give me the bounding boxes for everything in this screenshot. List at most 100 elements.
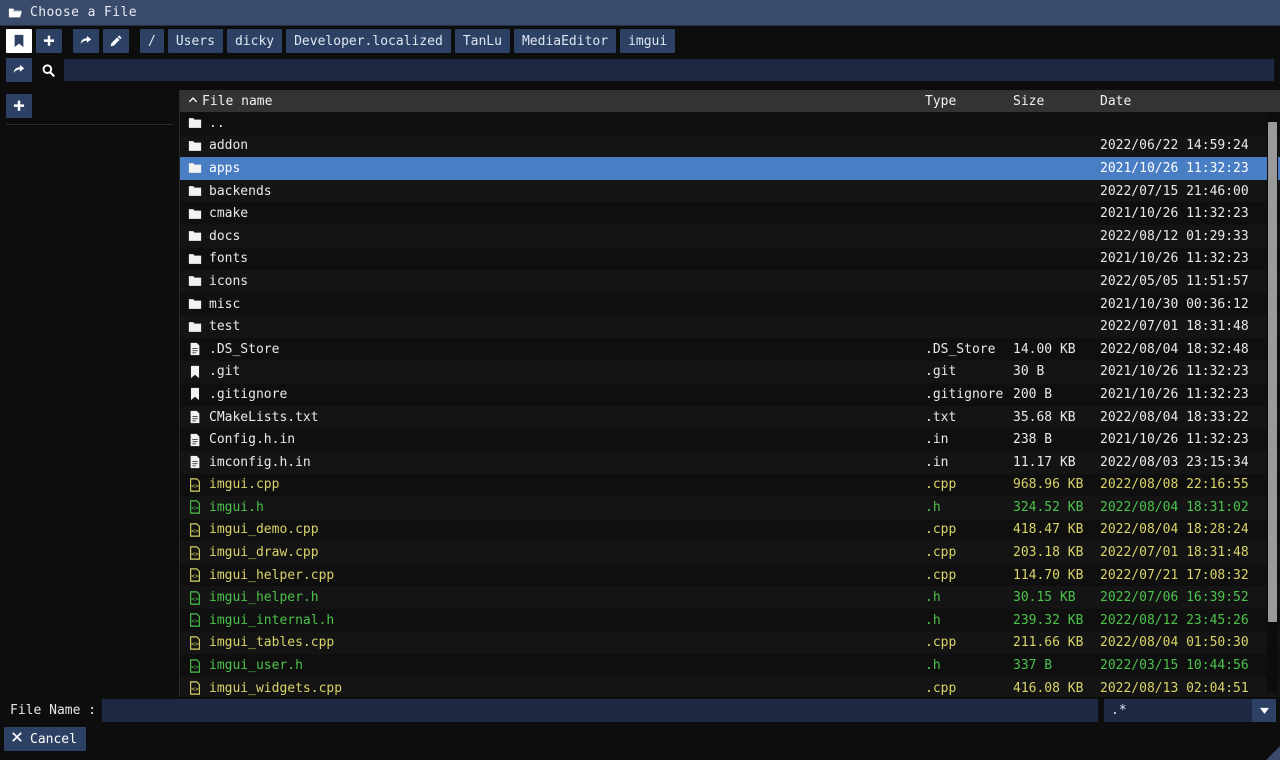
table-row[interactable]: fonts 2021/10/26 11:32:23 (180, 247, 1280, 271)
table-row[interactable]: .. (180, 112, 1280, 135)
cell-file-name: <> imgui_tables.cpp (180, 635, 925, 651)
filter-value: .* (1111, 703, 1127, 718)
table-row[interactable]: <> imgui.cpp .cpp 968.96 KB 2022/08/08 22:16… (180, 473, 1280, 497)
cell-size: 114.70 KB (1013, 567, 1084, 583)
breadcrumb-item-mediaeditor[interactable]: MediaEditor (513, 29, 617, 53)
table-row[interactable]: <> imgui_user.h .h 337 B 2022/03/15 10:44:56 (180, 654, 1280, 677)
filter-dropdown[interactable]: .* (1104, 699, 1276, 722)
file-name-label: test (209, 319, 241, 335)
cell-size: 337 B (1013, 658, 1053, 674)
cell-date: 2022/08/08 22:16:55 (1100, 477, 1249, 493)
dialog-body: File name Type Size Date .. addon 2022/06/… (0, 90, 1280, 697)
table-row[interactable]: CMakeLists.txt .txt 35.68 KB 2022/08/04 18:… (180, 405, 1280, 429)
table-row[interactable]: <> imgui_internal.h .h 239.32 KB 2022/08/12 … (180, 609, 1280, 632)
table-row[interactable]: <> imgui_tables.cpp .cpp 211.66 KB 2022/08/0… (180, 631, 1280, 655)
table-row[interactable]: misc 2021/10/30 00:36:12 (180, 292, 1280, 316)
svg-text:<>: <> (191, 505, 199, 513)
search-reset-button[interactable] (6, 58, 32, 82)
code-file-icon: <> (188, 477, 202, 493)
open-folder-icon (8, 5, 22, 21)
cell-file-name: <> imgui_helper.cpp (180, 567, 925, 583)
cell-file-name: icons (180, 273, 925, 289)
cell-date: 2022/07/01 18:31:48 (1100, 545, 1249, 561)
table-row[interactable]: addon 2022/06/22 14:59:24 (180, 134, 1280, 158)
cell-file-name: <> imgui.h (180, 499, 925, 515)
cell-date: 2022/03/15 10:44:56 (1100, 658, 1249, 674)
cell-type: .h (925, 612, 941, 628)
footer: File Name : .* Cancel (0, 697, 1280, 760)
resize-grip[interactable] (1266, 746, 1280, 760)
column-header-type[interactable]: Type (925, 94, 1013, 109)
table-row[interactable]: .gitignore .gitignore 200 B 2021/10/26 11:3… (180, 383, 1280, 406)
table-row[interactable]: imconfig.h.in .in 11.17 KB 2022/08/03 23:15… (180, 450, 1280, 474)
file-name-label: Config.h.in (209, 432, 296, 448)
table-row[interactable]: <> imgui_helper.cpp .cpp 114.70 KB 2022/07/2… (180, 563, 1280, 587)
file-name-label: .DS_Store (209, 341, 280, 357)
code-file-icon: <> (188, 567, 202, 583)
file-name-label: imgui_draw.cpp (209, 545, 319, 561)
search-input[interactable] (64, 59, 1274, 81)
table-row[interactable]: .DS_Store .DS_Store 14.00 KB 2022/08/04 18:… (180, 337, 1280, 361)
bookmarks-list[interactable] (6, 124, 173, 697)
table-row[interactable]: <> imgui_draw.cpp .cpp 203.18 KB 2022/07/01 … (180, 541, 1280, 564)
table-row[interactable]: <> imgui.h .h 324.52 KB 2022/08/04 18:31:02 (180, 496, 1280, 519)
cell-date: 2022/08/04 18:33:22 (1100, 409, 1249, 425)
cell-date: 2022/06/22 14:59:24 (1100, 138, 1249, 154)
folder-icon (188, 228, 202, 244)
bookmark-toggle-button[interactable] (6, 29, 32, 53)
file-name-label: fonts (209, 251, 249, 267)
breadcrumb-item-dicky[interactable]: dicky (226, 29, 283, 53)
table-row[interactable]: Config.h.in .in 238 B 2021/10/26 11:32:23 (180, 428, 1280, 451)
cell-date: 2022/07/21 17:08:32 (1100, 567, 1249, 583)
breadcrumb-item-tanlu[interactable]: TanLu (454, 29, 510, 53)
table-row[interactable]: <> imgui_demo.cpp .cpp 418.47 KB 2022/08/04 … (180, 518, 1280, 542)
cancel-button[interactable]: Cancel (4, 727, 86, 751)
cell-date: 2022/07/15 21:46:00 (1100, 183, 1249, 199)
search-bar (0, 56, 1280, 84)
cell-size: 30 B (1013, 364, 1045, 380)
breadcrumb-item-developer-localized[interactable]: Developer.localized (286, 29, 451, 53)
cell-type: .in (925, 454, 949, 470)
code-file-icon: <> (188, 522, 202, 538)
reset-path-button[interactable] (73, 29, 99, 53)
table-row[interactable]: docs 2022/08/12 01:29:33 (180, 224, 1280, 248)
file-name-label: imgui_user.h (209, 658, 303, 674)
filename-label: File Name : (10, 703, 97, 718)
table-row[interactable]: icons 2022/05/05 11:51:57 (180, 270, 1280, 293)
cell-file-name: addon (180, 138, 925, 154)
scrollbar-thumb[interactable] (1268, 122, 1277, 622)
code-file-icon: <> (188, 590, 202, 606)
file-name-label: .gitignore (209, 386, 288, 402)
table-row[interactable]: test 2022/07/01 18:31:48 (180, 315, 1280, 338)
cell-size: 203.18 KB (1013, 545, 1084, 561)
column-header-size[interactable]: Size (1013, 94, 1100, 109)
svg-text:<>: <> (191, 640, 199, 648)
code-file-icon: <> (188, 499, 202, 515)
create-folder-button[interactable] (36, 29, 62, 53)
table-header: File name Type Size Date (180, 90, 1280, 112)
table-row[interactable]: <> imgui_helper.h .h 30.15 KB 2022/07/06 16:… (180, 586, 1280, 610)
breadcrumb-item-imgui[interactable]: imgui (620, 29, 676, 53)
column-header-file-name[interactable]: File name (180, 93, 925, 110)
edit-path-button[interactable] (103, 29, 129, 53)
close-icon (11, 731, 23, 747)
filename-input[interactable] (102, 699, 1098, 722)
column-header-date[interactable]: Date (1100, 94, 1280, 109)
vertical-scrollbar[interactable] (1267, 114, 1278, 693)
folder-icon (188, 206, 202, 222)
svg-text:<>: <> (191, 482, 199, 490)
breadcrumb-root[interactable]: / (140, 29, 164, 53)
file-name-label: cmake (209, 206, 249, 222)
add-bookmark-button[interactable] (6, 94, 32, 118)
folder-icon (188, 138, 202, 154)
table-row[interactable]: backends 2022/07/15 21:46:00 (180, 179, 1280, 203)
folder-icon (188, 115, 202, 131)
table-row[interactable]: cmake 2021/10/26 11:32:23 (180, 202, 1280, 225)
table-row[interactable]: apps 2021/10/26 11:32:23 (180, 157, 1280, 180)
cell-size: 14.00 KB (1013, 341, 1076, 357)
breadcrumb-item-users[interactable]: Users (167, 29, 223, 53)
table-row[interactable]: .git .git 30 B 2021/10/26 11:32:23 (180, 360, 1280, 384)
folder-icon (188, 296, 202, 312)
table-row[interactable]: <> imgui_widgets.cpp .cpp 416.08 KB 2022/08/… (180, 676, 1280, 697)
caret-down-icon[interactable] (1252, 699, 1276, 722)
